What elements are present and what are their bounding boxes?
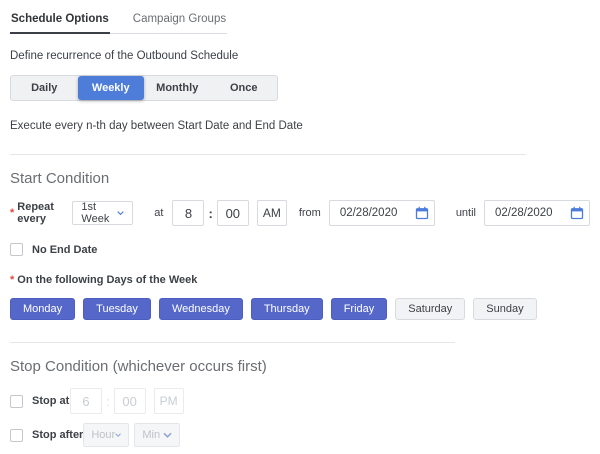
stop-meridiem-toggle <box>154 388 184 414</box>
tab-campaign-groups[interactable]: Campaign Groups <box>132 7 227 33</box>
recurrence-option-once[interactable]: Once <box>211 76 278 100</box>
day-button-tuesday[interactable]: Tuesday <box>83 298 151 320</box>
divider <box>10 342 455 343</box>
start-minute-input[interactable] <box>217 200 249 226</box>
recurrence-option-weekly[interactable]: Weekly <box>78 76 145 100</box>
time-separator: : <box>208 206 212 221</box>
start-meridiem-toggle[interactable] <box>257 200 287 226</box>
recurrence-description: Define recurrence of the Outbound Schedu… <box>10 50 590 62</box>
stop-after-label: Stop after <box>32 429 83 441</box>
start-condition-title: Start Condition <box>10 170 590 187</box>
from-label: from <box>299 207 321 219</box>
recurrence-segmented-control: Daily Weekly Monthly Once <box>10 75 278 101</box>
divider <box>10 154 526 155</box>
chevron-down-icon <box>163 432 172 438</box>
repeat-every-value: 1st Week <box>81 201 117 225</box>
days-of-week-group: Monday Tuesday Wednesday Thursday Friday… <box>10 298 590 320</box>
required-asterisk: * <box>10 274 14 286</box>
start-condition-row: * Repeat every 1st Week at : from until <box>10 200 590 226</box>
stop-at-row: Stop at : <box>10 388 590 414</box>
stop-at-checkbox[interactable] <box>10 395 23 408</box>
from-date-field <box>329 200 435 226</box>
stop-at-checkbox-wrap: Stop at <box>10 395 70 408</box>
days-of-week-label: * On the following Days of the Week <box>10 274 197 286</box>
no-end-date-checkbox[interactable] <box>10 243 23 256</box>
stop-minute-input <box>114 388 146 414</box>
stop-after-min-select: Min <box>134 423 180 447</box>
repeat-every-select[interactable]: 1st Week <box>72 201 133 225</box>
day-button-friday[interactable]: Friday <box>331 298 388 320</box>
recurrence-option-monthly[interactable]: Monthly <box>144 76 211 100</box>
chevron-down-icon <box>117 210 124 216</box>
time-separator: : <box>106 394 110 409</box>
day-button-monday[interactable]: Monday <box>10 298 75 320</box>
tab-schedule-options[interactable]: Schedule Options <box>10 7 110 34</box>
repeat-every-label: * Repeat every <box>10 201 62 225</box>
stop-at-label: Stop at <box>32 395 69 407</box>
required-asterisk: * <box>10 207 14 219</box>
schedule-options-panel: Schedule Options Campaign Groups Define … <box>0 0 600 454</box>
chevron-down-icon <box>115 432 121 438</box>
at-label: at <box>154 207 163 219</box>
stop-condition-title: Stop Condition (whichever occurs first) <box>10 358 590 375</box>
no-end-date-row: No End Date <box>10 243 590 256</box>
tab-bar: Schedule Options Campaign Groups <box>10 7 227 34</box>
recurrence-hint: Execute every n-th day between Start Dat… <box>10 120 590 132</box>
until-date-field <box>484 200 590 226</box>
day-button-wednesday[interactable]: Wednesday <box>159 298 243 320</box>
stop-after-hour-select: Hour <box>83 423 129 447</box>
calendar-icon[interactable] <box>570 206 584 220</box>
start-hour-input[interactable] <box>172 200 204 226</box>
calendar-icon[interactable] <box>415 206 429 220</box>
recurrence-option-daily[interactable]: Daily <box>11 76 78 100</box>
day-button-sunday[interactable]: Sunday <box>473 298 536 320</box>
no-end-date-label: No End Date <box>32 244 97 256</box>
day-button-saturday[interactable]: Saturday <box>395 298 465 320</box>
stop-hour-input <box>70 388 102 414</box>
stop-after-checkbox-wrap: Stop after <box>10 429 83 442</box>
day-button-thursday[interactable]: Thursday <box>251 298 323 320</box>
stop-after-row: Stop after Hour Min <box>10 423 590 447</box>
until-label: until <box>456 207 476 219</box>
stop-after-checkbox[interactable] <box>10 429 23 442</box>
